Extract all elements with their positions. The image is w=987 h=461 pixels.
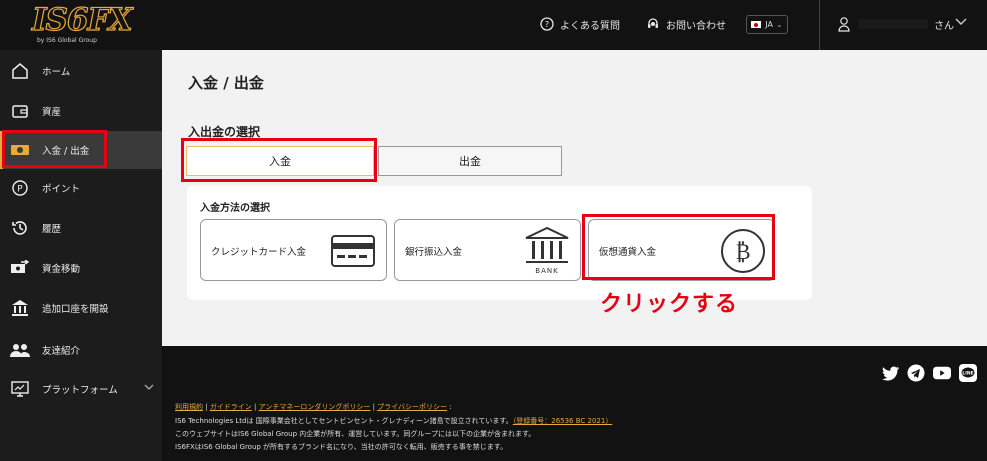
history-icon [9,217,31,239]
sidebar-item-history[interactable]: 履歴 [0,209,162,247]
japan-flag-icon [751,21,762,28]
contact-link[interactable]: お問い合わせ [646,14,726,34]
bank-building-icon: BANK [525,226,569,275]
user-suffix: さん [934,20,954,32]
contact-label: お問い合わせ [666,20,726,32]
friends-icon [9,339,31,361]
point-icon: P [9,177,31,199]
tab-withdraw[interactable]: 出金 [378,146,562,176]
methods-title: 入金方法の選択 [200,203,270,214]
footer-text-1: IS6 Technologies Ltdは 国際事業会社としてセントビンセント・… [175,417,513,425]
click-annotation: クリックする [600,292,739,317]
svg-text:LINE: LINE [962,371,973,377]
question-icon: ? [540,17,554,31]
footer-link-aml-policy[interactable]: アンチマネーロンダリングポリシー [259,403,371,411]
is6fx-logo[interactable]: IS6FX by IS6 Global Group [31,1,133,44]
language-code: JA [765,20,773,29]
sidebar-item-label: ホーム [42,67,71,78]
footer-text-3: IS6FXはIS6 Global Group が所有するブランド名になり、当社の… [175,443,508,451]
chevron-down-icon: ⌄ [776,20,783,29]
transfer-icon [9,257,31,279]
sidebar-item-points[interactable]: P ポイント [0,169,162,207]
footer-text-2: このウェブサイトはIS6 Global Group 内企業が所有、運営しています… [175,430,536,438]
sidebar-item-platform[interactable]: プラットフォーム [0,370,162,408]
svg-text:?: ? [545,20,549,29]
method-bank-transfer[interactable]: 銀行振込入金 BANK [394,219,581,281]
highlight-box-deposit-tab [181,138,377,182]
sidebar: ホーム 資産 入金 / 出金 P ポイント 履歴 資金移動 追加口座を開設 友達… [0,50,162,461]
method-credit-card[interactable]: クレジットカード入金 [200,219,387,281]
sidebar-item-label: 履歴 [42,224,62,235]
footer-link-privacy-policy[interactable]: プライバシーポリシー [377,403,447,411]
highlight-box-crypto [582,214,775,280]
method-label: 銀行振込入金 [405,247,463,258]
sidebar-item-label: 資金移動 [42,264,81,275]
sidebar-item-label: ポイント [42,184,81,195]
svg-text:P: P [17,185,23,195]
footer-link-guidelines[interactable]: ガイドライン [210,403,252,411]
sidebar-item-assets[interactable]: 資産 [0,92,162,130]
footer-company-line: IS6 Technologies Ltdは 国際事業会社としてセントビンセント・… [175,416,612,426]
youtube-icon[interactable] [933,364,951,382]
bank-icon-text: BANK [535,267,558,275]
bank-icon [9,297,31,319]
divider [819,0,820,50]
logo-subtitle: by IS6 Global Group [37,37,97,44]
chevron-down-icon[interactable] [955,18,967,26]
sidebar-item-label: 追加口座を開設 [42,304,109,315]
sidebar-item-label: 資産 [42,107,62,118]
credit-card-icon [331,235,375,267]
masked-username [858,19,928,29]
headset-icon [648,18,658,28]
highlight-box-sidebar [2,130,107,168]
method-label: クレジットカード入金 [211,247,307,258]
home-icon [9,60,31,82]
registration-number[interactable]: （登録番号：26536 BC 2021） [513,417,613,425]
sidebar-item-home[interactable]: ホーム [0,52,162,90]
sidebar-item-transfer[interactable]: 資金移動 [0,249,162,287]
user-menu[interactable]: さん [838,14,954,34]
sidebar-item-label: 友達紹介 [42,346,81,357]
line-icon[interactable]: LINE [959,364,977,382]
chevron-down-icon [144,384,154,390]
language-selector[interactable]: JA ⌄ [746,15,788,34]
main-content: 入金 / 出金 入出金の選択 入金 出金 入金方法の選択 クレジットカード入金 … [162,50,987,346]
logo-text: IS6FX [31,1,133,38]
sidebar-item-label: プラットフォーム [42,385,118,396]
twitter-icon[interactable] [882,364,900,382]
top-bar: IS6FX by IS6 Global Group ? よくある質問 お問い合わ… [0,0,987,50]
footer: LINE 利用規約 | ガイドライン | アンチマネーロンダリングポリシー | … [162,346,987,461]
footer-links: 利用規約 | ガイドライン | アンチマネーロンダリングポリシー | プライバシ… [175,403,452,411]
page-title: 入金 / 出金 [188,74,264,92]
sidebar-item-referral[interactable]: 友達紹介 [0,331,162,369]
telegram-icon[interactable] [907,364,925,382]
footer-link-terms[interactable]: 利用規約 [175,403,203,411]
sidebar-item-open-account[interactable]: 追加口座を開設 [0,289,162,327]
monitor-icon [9,378,31,400]
faq-link[interactable]: ? よくある質問 [540,14,620,34]
faq-label: よくある質問 [560,20,620,32]
user-icon [838,17,850,32]
wallet-icon [9,100,31,122]
